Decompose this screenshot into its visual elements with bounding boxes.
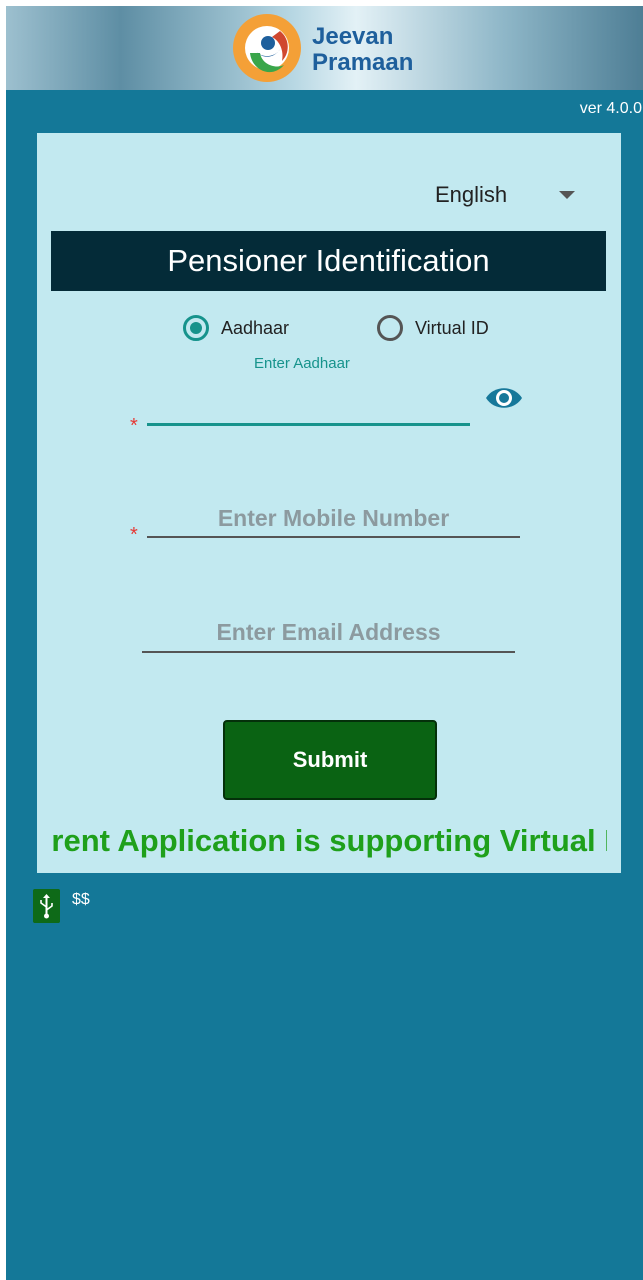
language-select[interactable]: English xyxy=(435,179,585,211)
email-address-placeholder: Enter Email Address xyxy=(216,619,441,645)
jeevan-pramaan-logo xyxy=(233,14,301,82)
usb-icon xyxy=(33,889,60,923)
app-header: Jeevan Pramaan xyxy=(6,6,643,90)
version-label: ver 4.0.0 xyxy=(579,100,642,117)
info-marquee: Current Application is supporting Virtua… xyxy=(51,821,607,865)
logo-wordmark: Jeevan Pramaan xyxy=(312,24,413,76)
mobile-number-input[interactable] xyxy=(147,536,520,538)
radio-aadhaar-indicator xyxy=(183,315,209,341)
usb-status-text: $$ xyxy=(72,891,90,908)
submit-button[interactable]: Submit xyxy=(223,720,437,800)
app-screen: Jeevan Pramaan ver 4.0.0 English Pension… xyxy=(6,6,643,1280)
radio-aadhaar-label: Aadhaar xyxy=(221,317,290,338)
logo-line2: Pramaan xyxy=(312,49,414,76)
dropdown-arrow-icon xyxy=(559,191,575,199)
radio-virtual-id[interactable]: Virtual ID xyxy=(377,311,489,345)
language-value: English xyxy=(435,182,508,207)
required-mark-mobile: * xyxy=(130,524,138,546)
required-mark-aadhaar: * xyxy=(130,415,138,437)
radio-aadhaar[interactable]: Aadhaar xyxy=(183,311,289,345)
identification-card: English Pensioner Identification Aadhaar… xyxy=(37,133,621,873)
eye-icon[interactable] xyxy=(484,383,524,413)
radio-virtual-id-label: Virtual ID xyxy=(415,317,489,338)
page-title: Pensioner Identification xyxy=(51,231,606,291)
logo-line1: Jeevan xyxy=(312,23,394,50)
radio-virtual-id-indicator xyxy=(377,315,403,341)
aadhaar-input[interactable] xyxy=(147,423,470,426)
email-address-input[interactable] xyxy=(142,651,515,653)
aadhaar-field-label: Enter Aadhaar xyxy=(254,355,350,372)
mobile-number-placeholder: Enter Mobile Number xyxy=(217,505,450,531)
marquee-text: Current Application is supporting Virtua… xyxy=(51,823,607,858)
